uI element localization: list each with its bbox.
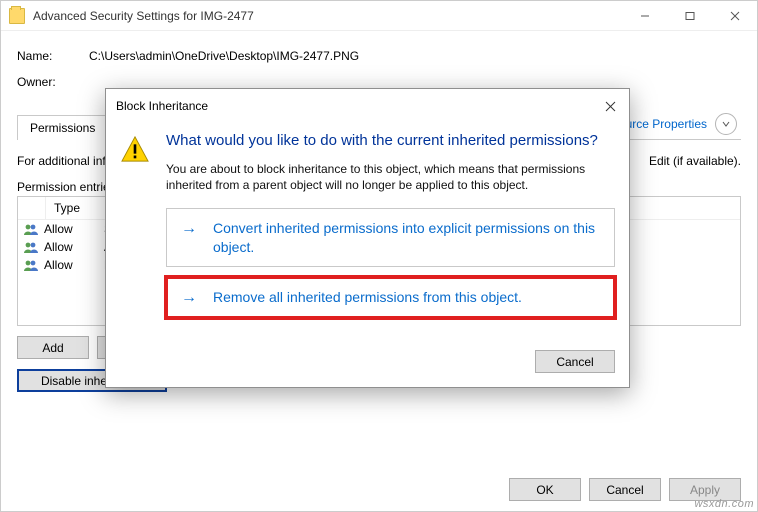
cancel-button[interactable]: Cancel (589, 478, 661, 501)
add-button[interactable]: Add (17, 336, 89, 359)
ok-button[interactable]: OK (509, 478, 581, 501)
users-icon (22, 222, 40, 236)
arrow-right-icon: → (181, 219, 201, 238)
owner-label: Owner: (17, 75, 89, 89)
col-type[interactable]: Type (46, 197, 106, 219)
watermark: wsxdn.com (694, 498, 754, 510)
window-title: Advanced Security Settings for IMG-2477 (33, 9, 622, 23)
titlebar: Advanced Security Settings for IMG-2477 (1, 1, 757, 31)
option-convert[interactable]: → Convert inherited permissions into exp… (166, 208, 615, 268)
close-button[interactable] (712, 1, 757, 30)
option-remove[interactable]: → Remove all inherited permissions from … (166, 277, 615, 318)
minimize-button[interactable] (622, 1, 667, 30)
modal-title: Block Inheritance (116, 99, 601, 113)
option-convert-text: Convert inherited permissions into expli… (213, 219, 600, 257)
arrow-right-icon: → (181, 288, 201, 307)
resource-properties-label: ource Properties (619, 117, 707, 131)
help-text-tail: Edit (if available). (649, 154, 741, 168)
tab-permissions[interactable]: Permissions (17, 115, 108, 140)
help-text: For additional inf (17, 154, 106, 168)
name-value: C:\Users\admin\OneDrive\Desktop\IMG-2477… (89, 49, 359, 63)
users-icon (22, 240, 40, 254)
option-remove-text: Remove all inherited permissions from th… (213, 288, 522, 307)
modal-heading: What would you like to do with the curre… (166, 131, 615, 151)
warning-icon (120, 131, 150, 328)
maximize-button[interactable] (667, 1, 712, 30)
modal-cancel-button[interactable]: Cancel (535, 350, 615, 373)
users-icon (22, 258, 40, 272)
chevron-down-icon (715, 113, 737, 135)
modal-body-text: You are about to block inheritance to th… (166, 161, 615, 193)
resource-properties-link[interactable]: ource Properties (619, 113, 741, 140)
name-label: Name: (17, 49, 89, 63)
folder-icon (9, 8, 25, 24)
block-inheritance-dialog: Block Inheritance What would you like to… (105, 88, 630, 388)
security-settings-window: Advanced Security Settings for IMG-2477 … (0, 0, 758, 512)
dialog-footer: OK Cancel Apply (1, 468, 757, 511)
modal-close-button[interactable] (601, 97, 619, 115)
